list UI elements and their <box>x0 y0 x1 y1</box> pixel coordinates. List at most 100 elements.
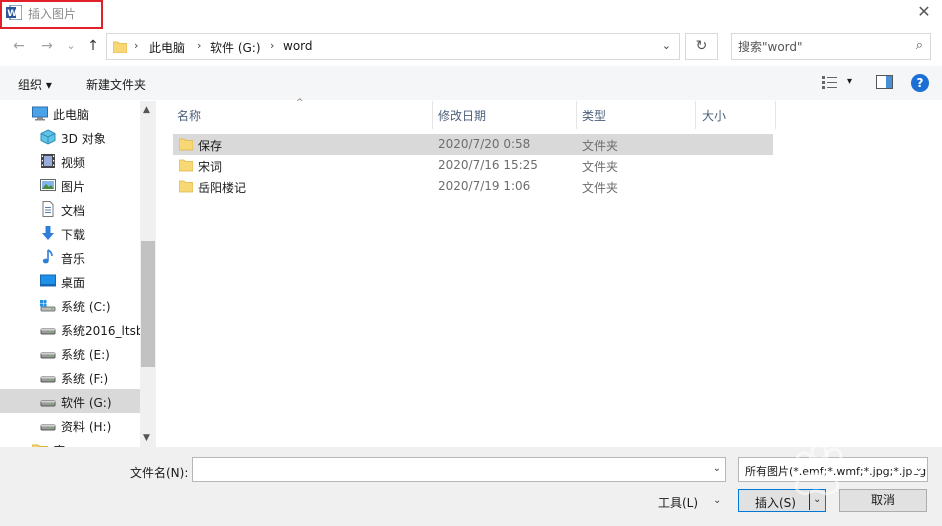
chevron-down-icon[interactable]: ⌄ <box>713 463 721 474</box>
download-icon <box>42 226 54 240</box>
music-icon <box>42 249 53 264</box>
chevron-down-icon[interactable]: ⌄ <box>911 463 923 474</box>
sidebar-item-label: 资料 (H:) <box>61 420 112 434</box>
drive-icon <box>40 400 56 407</box>
folder-icon <box>179 159 193 172</box>
search-icon[interactable]: ⌕ <box>916 38 923 53</box>
system-drive-icon <box>40 300 56 312</box>
cancel-button[interactable]: 取消 <box>839 489 927 512</box>
new-folder-button[interactable]: 新建文件夹 <box>86 76 146 93</box>
chevron-down-icon[interactable]: ⌄ <box>813 494 821 505</box>
insert-button[interactable]: 插入(S) ⌄ <box>738 489 826 512</box>
sidebar-item-drive-f[interactable]: 系统 (F:) <box>0 365 140 389</box>
navigation-bar: ← → ⌄ ↑ › 此电脑 › 软件 (G:) › word ⌄ ↻ ⌕ <box>0 30 942 64</box>
sidebar-item-label: 系统 (E:) <box>61 348 110 362</box>
title-highlight-box <box>0 0 103 29</box>
navigation-pane: 此电脑 3D 对象 视频 图片 文档 下载 音乐 桌面 系统 (C:) 系统20… <box>0 101 156 447</box>
sidebar-item-desktop[interactable]: 桌面 <box>0 269 140 293</box>
sidebar-item-label: 3D 对象 <box>61 132 106 146</box>
scroll-up-icon[interactable]: ▲ <box>143 105 150 115</box>
forward-button[interactable]: → <box>38 37 56 55</box>
organize-button[interactable]: 组织 ▾ <box>18 76 52 93</box>
sidebar-item-downloads[interactable]: 下载 <box>0 221 140 245</box>
column-header-name[interactable]: 名称 <box>177 107 201 124</box>
sidebar-item-label: 音乐 <box>61 252 86 266</box>
sidebar-item-this-pc[interactable]: 此电脑 <box>0 101 140 125</box>
sidebar-item-label: 系统2016_ltsb <box>61 324 144 338</box>
sidebar-item-3d-objects[interactable]: 3D 对象 <box>0 125 140 149</box>
view-dropdown-button[interactable]: ▾ <box>847 76 852 87</box>
column-divider[interactable] <box>695 101 696 129</box>
sidebar-item-videos[interactable]: 视频 <box>0 149 140 173</box>
breadcrumb-word[interactable]: word <box>283 39 313 53</box>
column-header-size[interactable]: 大小 <box>702 107 726 124</box>
filename-input[interactable] <box>197 461 697 478</box>
sidebar-item-label: 桌面 <box>61 276 86 290</box>
close-button[interactable]: ✕ <box>914 2 934 22</box>
cube-icon <box>40 129 56 145</box>
filename-label: 文件名(N): <box>130 466 189 480</box>
drive-icon <box>40 352 56 359</box>
drive-icon <box>40 424 56 431</box>
back-button[interactable]: ← <box>10 37 28 55</box>
sidebar-item-system2016[interactable]: 系统2016_ltsb <box>0 317 144 341</box>
folder-icon <box>179 138 193 151</box>
breadcrumb-this-pc[interactable]: 此电脑 <box>149 39 185 56</box>
sidebar-item-drive-c[interactable]: 系统 (C:) <box>0 293 140 317</box>
sidebar-scrollbar[interactable]: ▲ ▼ <box>140 101 156 447</box>
sidebar-item-drive-g[interactable]: 软件 (G:) <box>0 389 140 413</box>
recent-locations-button[interactable]: ⌄ <box>62 37 80 55</box>
file-type: 文件夹 <box>582 160 619 174</box>
desktop-icon <box>40 274 56 287</box>
drive-icon <box>40 376 56 383</box>
file-row[interactable]: 岳阳楼记 2020/7/19 1:06 文件夹 <box>173 176 773 197</box>
sidebar-item-drive-e[interactable]: 系统 (E:) <box>0 341 140 365</box>
sidebar-item-label: 文档 <box>61 204 86 218</box>
column-header-date[interactable]: 修改日期 <box>438 107 486 124</box>
chevron-down-icon[interactable]: ⌄ <box>662 39 671 52</box>
sidebar-item-drive-h[interactable]: 资料 (H:) <box>0 413 140 437</box>
column-divider[interactable] <box>432 101 433 129</box>
sidebar-item-libraries[interactable]: 库 <box>0 437 140 447</box>
sidebar-item-pictures[interactable]: 图片 <box>0 173 140 197</box>
up-button[interactable]: ↑ <box>84 37 102 55</box>
scrollbar-thumb[interactable] <box>141 241 155 367</box>
file-name: 岳阳楼记 <box>198 181 247 195</box>
view-options-icon[interactable] <box>822 75 838 89</box>
title-bar: W 插入图片 ✕ <box>0 0 942 30</box>
file-name: 宋词 <box>198 160 223 174</box>
refresh-button[interactable]: ↻ <box>685 33 718 60</box>
filename-combobox[interactable]: ⌄ <box>192 457 726 482</box>
file-type: 文件夹 <box>582 181 619 195</box>
help-icon[interactable]: ? <box>911 74 929 92</box>
document-icon <box>42 201 54 217</box>
sidebar-item-music[interactable]: 音乐 <box>0 245 140 269</box>
sort-ascending-icon: ^ <box>296 98 304 108</box>
file-date: 2020/7/16 15:25 <box>438 158 538 172</box>
command-toolbar: 组织 ▾ 新建文件夹 ▾ ? <box>0 66 942 100</box>
file-list: ^ 名称 修改日期 类型 大小 保存 2020/7/20 0:58 文件夹 宋词… <box>157 98 942 447</box>
address-bar[interactable]: › 此电脑 › 软件 (G:) › word ⌄ <box>106 33 680 60</box>
column-divider[interactable] <box>576 101 577 129</box>
breadcrumb-drive-g[interactable]: 软件 (G:) <box>210 39 261 56</box>
column-divider[interactable] <box>775 101 776 129</box>
drive-icon <box>40 328 56 335</box>
insert-button-label: 插入(S) <box>755 496 796 510</box>
scroll-down-icon[interactable]: ▼ <box>143 433 150 443</box>
search-box[interactable]: ⌕ <box>731 33 931 60</box>
tools-button[interactable]: 工具(L) <box>658 494 698 511</box>
file-row[interactable]: 保存 2020/7/20 0:58 文件夹 <box>173 134 773 155</box>
column-header-type[interactable]: 类型 <box>582 107 606 124</box>
sidebar-item-documents[interactable]: 文档 <box>0 197 140 221</box>
breadcrumb-separator: › <box>134 39 139 52</box>
breadcrumb-separator: › <box>197 39 202 52</box>
file-type-filter[interactable]: 所有图片(*.emf;*.wmf;*.jpg;*.jpeg;*.jfif;*.p… <box>738 457 928 482</box>
dialog-footer: 文件名(N): ⌄ 所有图片(*.emf;*.wmf;*.jpg;*.jpeg;… <box>0 447 942 526</box>
folder-icon <box>113 41 127 53</box>
file-type: 文件夹 <box>582 139 619 153</box>
sidebar-item-label: 软件 (G:) <box>61 396 112 410</box>
chevron-down-icon[interactable]: ⌄ <box>713 495 721 506</box>
file-row[interactable]: 宋词 2020/7/16 15:25 文件夹 <box>173 155 773 176</box>
search-input[interactable] <box>738 38 898 56</box>
preview-pane-icon[interactable] <box>876 75 893 89</box>
